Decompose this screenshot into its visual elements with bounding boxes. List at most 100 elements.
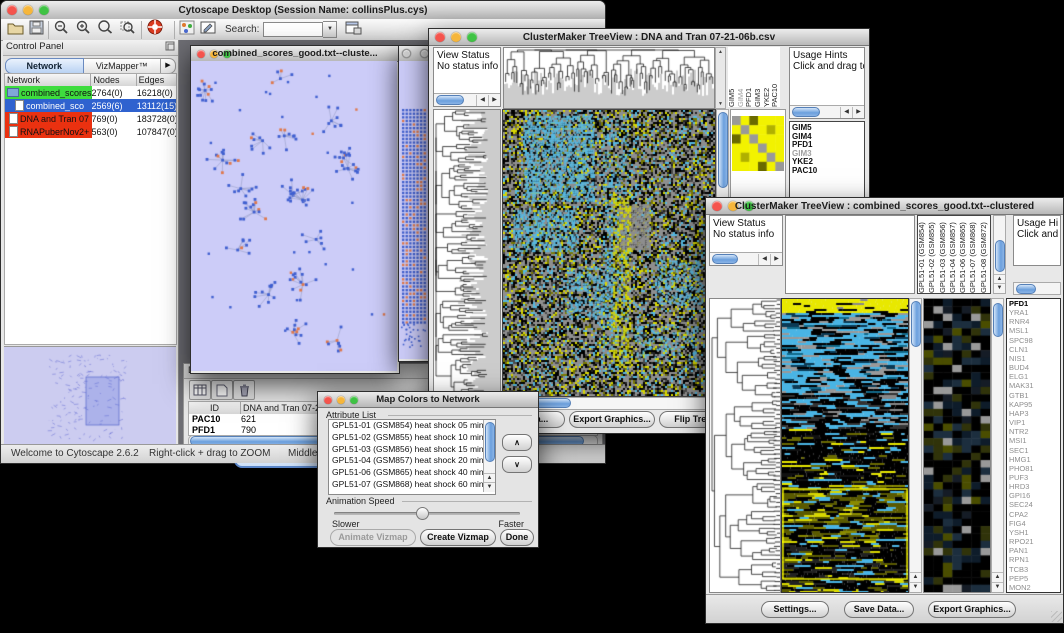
global-heatmap[interactable]	[502, 109, 716, 397]
animate-vizmap-button[interactable]: Animate Vizmap	[330, 529, 416, 546]
save-icon[interactable]	[29, 20, 44, 40]
zoom-matrix[interactable]	[732, 116, 784, 171]
heatmap-vscrollbar[interactable]: ▲ ▼	[909, 298, 922, 593]
array-label: GPL51-04 (GSM857)	[949, 216, 959, 293]
scroll-down-icon[interactable]: ▼	[992, 582, 1003, 592]
scroll-left-icon[interactable]: ◀	[476, 95, 488, 106]
zoom-in-icon[interactable]	[75, 19, 93, 40]
view-status-scrollbar[interactable]: ◀ ▶	[710, 252, 782, 265]
spin-down-icon[interactable]: ▼	[716, 101, 725, 107]
scroll-left-icon[interactable]: ◀	[840, 107, 852, 118]
array-label: GPL51-03 (GSM856)	[939, 216, 949, 293]
resize-grip[interactable]	[1051, 611, 1062, 622]
dialog-titlebar[interactable]: Map Colors to Network	[318, 392, 538, 408]
list-vscrollbar[interactable]: ▲ ▼	[483, 420, 495, 492]
zoom-heatmap[interactable]	[923, 298, 991, 593]
attribute-list[interactable]: GPL51-01 (GSM854) heat shock 05 minGPL51…	[328, 419, 496, 495]
view-status-scrollbar[interactable]: ◀ ▶	[434, 93, 500, 106]
zoom-out-icon[interactable]	[53, 19, 71, 40]
tab-overflow-icon[interactable]: ▶	[161, 58, 176, 74]
attribute-item[interactable]: GPL51-06 (GSM865) heat shock 40 min	[329, 467, 495, 479]
spin-up-icon[interactable]: ▲	[716, 49, 725, 55]
scroll-down-icon[interactable]: ▼	[910, 582, 921, 592]
id-column-header[interactable]: ID	[189, 402, 241, 414]
export-graphics-button[interactable]: Export Graphics...	[569, 411, 655, 428]
col-header-network[interactable]: Network	[5, 74, 91, 86]
label-vscrollbar[interactable]: ▲ ▼	[993, 215, 1006, 294]
control-panel-header: Control Panel	[3, 40, 178, 56]
network-window-title: combined_scores_good.txt--cluste...	[191, 48, 399, 59]
column-dendrogram-area[interactable]	[785, 215, 915, 294]
save-data-button[interactable]: Save Data...	[844, 601, 914, 618]
zoom-fit-icon[interactable]	[97, 19, 115, 40]
window-icon[interactable]	[345, 20, 362, 40]
tab-network[interactable]: Network	[5, 58, 84, 74]
usage-scrollbar[interactable]	[1013, 282, 1061, 295]
plugin-icon-2[interactable]	[200, 20, 217, 40]
gene-label: RNR4	[1007, 317, 1060, 326]
gene-label: VIP1	[1007, 418, 1060, 427]
network-list-row[interactable]: RNAPuberNov2+563(0)107847(0)	[5, 125, 176, 138]
new-attribute-icon[interactable]	[211, 380, 233, 400]
scroll-down-icon[interactable]: ▼	[484, 482, 495, 492]
open-file-icon[interactable]	[7, 20, 24, 40]
move-up-button[interactable]: ∧	[502, 434, 532, 451]
gene-label: CPA2	[1007, 510, 1060, 519]
plugin-icon-1[interactable]	[179, 20, 195, 40]
attribute-item[interactable]: GPL51-03 (GSM856) heat shock 15 min	[329, 444, 495, 456]
scroll-up-icon[interactable]: ▲	[992, 572, 1003, 582]
attribute-item[interactable]: GPL51-04 (GSM857) heat shock 20 min	[329, 455, 495, 467]
create-vizmap-button[interactable]: Create Vizmap	[420, 529, 496, 546]
move-down-button[interactable]: ∨	[502, 456, 532, 473]
network-canvas-2[interactable]	[399, 61, 428, 359]
delete-attribute-icon[interactable]	[233, 380, 255, 400]
birdseye-view[interactable]	[4, 346, 176, 444]
network-titlebar[interactable]: combined_scores_good.txt--cluste...	[191, 46, 399, 62]
help-lifesaver-icon[interactable]	[146, 19, 164, 41]
zoom-vscrollbar[interactable]: ▲ ▼	[991, 298, 1004, 593]
search-dropdown-icon[interactable]: ▼	[323, 21, 337, 38]
main-titlebar[interactable]: Cytoscape Desktop (Session Name: collins…	[1, 1, 605, 20]
float-panel-icon[interactable]	[165, 41, 175, 54]
row-dendrogram[interactable]	[433, 109, 501, 397]
table-mode-icon[interactable]	[189, 380, 211, 400]
attribute-item[interactable]: GPL51-02 (GSM855) heat shock 10 min	[329, 432, 495, 444]
attribute-items: GPL51-01 (GSM854) heat shock 05 minGPL51…	[329, 420, 495, 491]
scroll-right-icon[interactable]: ▶	[770, 254, 782, 265]
zoom-selected-icon[interactable]	[119, 19, 137, 40]
search-input[interactable]	[263, 22, 323, 37]
col-header-edges[interactable]: Edges	[137, 74, 176, 86]
settings-button[interactable]: Settings...	[761, 601, 829, 618]
network-canvas[interactable]	[191, 61, 397, 371]
document-icon	[15, 100, 24, 111]
network-list-row[interactable]: combined_scores_2764(0)16218(0)	[5, 86, 176, 99]
view-status-title: View Status	[434, 48, 500, 61]
window-title: Cytoscape Desktop (Session Name: collins…	[1, 5, 605, 16]
tab-vizmapper[interactable]: VizMapper™	[84, 58, 162, 74]
column-dendrogram[interactable]	[503, 47, 715, 109]
scroll-right-icon[interactable]: ▶	[852, 107, 864, 118]
dialog-title: Map Colors to Network	[318, 394, 538, 405]
close-button[interactable]	[402, 49, 411, 58]
treeview1-titlebar[interactable]: ClusterMaker TreeView : DNA and Tran 07-…	[429, 29, 869, 46]
network-list-row[interactable]: combined_sco2569(6)13112(15)	[5, 99, 176, 112]
attribute-item[interactable]: GPL51-01 (GSM854) heat shock 05 min	[329, 420, 495, 432]
speed-slider-thumb[interactable]	[416, 507, 429, 520]
view-status-text: No status info f	[434, 61, 500, 72]
attribute-item[interactable]: GPL51-07 (GSM868) heat shock 60 min	[329, 479, 495, 491]
usage-scrollbar[interactable]: ◀ ▶	[790, 105, 864, 118]
row-dendrogram[interactable]	[709, 298, 781, 593]
scroll-left-icon[interactable]: ◀	[758, 254, 770, 265]
global-heatmap[interactable]	[781, 298, 909, 593]
label-spinner[interactable]: ▲ ▼	[715, 47, 726, 109]
scroll-down-icon[interactable]: ▼	[994, 283, 1005, 293]
scroll-up-icon[interactable]: ▲	[910, 572, 921, 582]
column-label: PFD1	[745, 47, 754, 107]
col-header-nodes[interactable]: Nodes	[91, 74, 136, 86]
treeview2-titlebar[interactable]: ClusterMaker TreeView : combined_scores_…	[706, 198, 1063, 215]
done-button[interactable]: Done	[500, 529, 534, 546]
network-titlebar-2[interactable]	[399, 46, 430, 62]
network-list-row[interactable]: DNA and Tran 07769(0)183728(0)	[5, 112, 176, 125]
scroll-right-icon[interactable]: ▶	[488, 95, 500, 106]
export-graphics-button[interactable]: Export Graphics...	[928, 601, 1016, 618]
